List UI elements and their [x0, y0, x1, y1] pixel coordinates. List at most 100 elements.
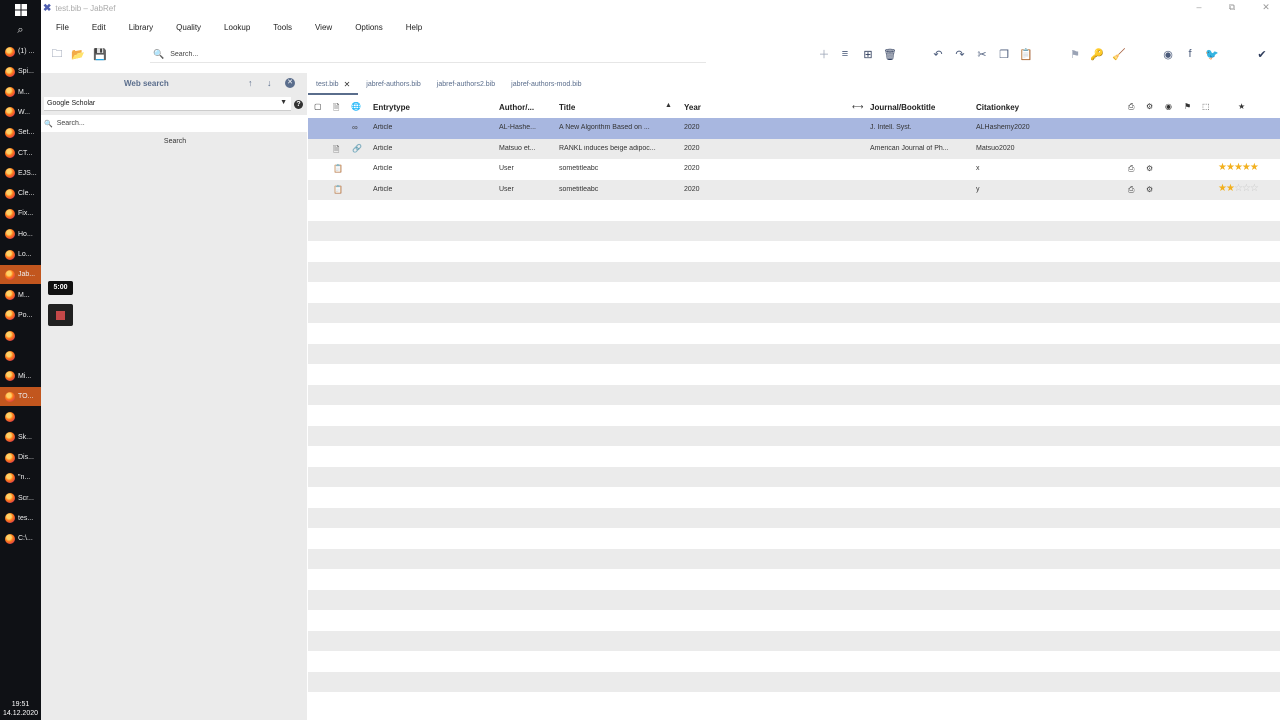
generate-key-icon[interactable]: 🔑 [1089, 46, 1105, 62]
relevance-column-icon[interactable]: ⬚ [1202, 102, 1210, 111]
column-entrytype[interactable]: Entrytype [373, 103, 410, 112]
url-column-icon[interactable]: 🌐 [351, 102, 361, 111]
close-window-icon[interactable]: ✕ [1256, 2, 1276, 13]
move-down-icon[interactable]: ↓ [267, 78, 272, 88]
star-icon[interactable]: ★ [1218, 162, 1227, 173]
check-updates-icon[interactable]: ✔ [1254, 46, 1270, 62]
column-author[interactable]: Author/... [499, 103, 534, 112]
tab-jabref-authors2[interactable]: jabref-authors2.bib [429, 75, 503, 95]
menu-help[interactable]: Help [406, 23, 422, 32]
taskbar-item[interactable]: TO... [0, 387, 41, 407]
star-icon[interactable]: ★ [1226, 162, 1235, 173]
taskbar-item[interactable]: Lo... [0, 245, 41, 264]
search-engine-select[interactable]: Google Scholar ▼ [44, 97, 291, 111]
table-row[interactable]: 🗎 🔗 Article Matsuo et... RANKL induces beige… [308, 138, 1280, 159]
tab-jabref-authors[interactable]: jabref-authors.bib [358, 75, 428, 95]
menu-edit[interactable]: Edit [92, 23, 106, 32]
star-icon[interactable]: ★ [1250, 162, 1259, 173]
taskbar-item[interactable]: EJS... [0, 164, 41, 183]
priority-column-icon[interactable]: ⚙ [1146, 102, 1153, 111]
taskbar-item[interactable]: Mi... [0, 367, 41, 386]
add-entry-icon[interactable]: ＋ [816, 46, 832, 62]
add-entry-from-id-icon[interactable]: ≡ [837, 46, 853, 62]
rating-stars[interactable]: ★★★★★ [1218, 162, 1259, 173]
resize-column-icon[interactable]: ⟷ [852, 102, 863, 111]
menu-options[interactable]: Options [355, 23, 383, 32]
taskbar-item[interactable]: Spi... [0, 62, 41, 81]
minimize-icon[interactable]: – [1189, 2, 1209, 12]
web-search-field[interactable]: 🔍 [41, 115, 307, 132]
push-to-application-icon[interactable]: ⚑ [1067, 46, 1083, 62]
help-icon[interactable]: ? [294, 100, 303, 109]
printed-column-icon[interactable]: ⎙ [1128, 102, 1134, 112]
taskbar-item[interactable]: tes... [0, 509, 41, 528]
column-year[interactable]: Year [684, 103, 701, 112]
taskbar-item[interactable] [0, 326, 41, 345]
new-library-icon[interactable]: 🗀 [49, 46, 65, 62]
star-icon[interactable]: ☆ [1242, 183, 1251, 194]
taskbar-item[interactable]: Po... [0, 306, 41, 325]
rating-stars[interactable]: ★★☆☆☆ [1218, 183, 1259, 194]
star-icon[interactable]: ★ [1218, 183, 1227, 194]
web-search-input[interactable] [56, 120, 297, 127]
taskbar-item[interactable]: "n... [0, 468, 41, 487]
global-search-input[interactable] [170, 51, 671, 58]
cut-icon[interactable]: ✂ [974, 46, 990, 62]
select-column-icon[interactable]: ▢ [314, 102, 322, 111]
file-column-icon[interactable]: 🗎 [333, 102, 339, 116]
taskbar-item[interactable]: Fix... [0, 204, 41, 223]
menu-quality[interactable]: Quality [176, 23, 201, 32]
github-icon[interactable]: ◉ [1160, 46, 1176, 62]
column-citationkey[interactable]: Citationkey [976, 103, 1019, 112]
taskbar-item[interactable] [0, 407, 41, 426]
taskbar-item[interactable]: Jab... [0, 265, 41, 285]
move-up-icon[interactable]: ↑ [248, 78, 253, 88]
table-row[interactable]: ∞ Article AL-Hashe... A New Algorithm Based… [308, 118, 1280, 139]
taskbar-item[interactable]: Ho... [0, 225, 41, 244]
open-library-icon[interactable]: 📂 [70, 46, 86, 62]
redo-icon[interactable]: ↷ [952, 46, 968, 62]
read-status-column-icon[interactable]: ◉ [1165, 102, 1172, 111]
tab-test-bib[interactable]: test.bib ✕ [308, 75, 359, 95]
taskbar-item[interactable]: Cle... [0, 184, 41, 203]
taskbar-item[interactable]: (1) ... [0, 42, 41, 61]
windows-start-button[interactable] [0, 0, 41, 20]
menu-view[interactable]: View [315, 23, 332, 32]
star-icon[interactable]: ☆ [1250, 183, 1259, 194]
taskbar-item[interactable]: CT... [0, 144, 41, 163]
taskbar-item[interactable]: Set... [0, 123, 41, 142]
taskbar-item[interactable] [0, 347, 41, 366]
stop-recording-button[interactable] [48, 304, 73, 326]
menu-file[interactable]: File [56, 23, 69, 32]
menu-lookup[interactable]: Lookup [224, 23, 250, 32]
paste-icon[interactable]: 📋 [1018, 46, 1034, 62]
undo-icon[interactable]: ↶ [930, 46, 946, 62]
global-search-field[interactable]: 🔍 [150, 47, 706, 63]
table-row[interactable]: 📋 Article User sometitleabc 2020 y ⎙ ⚙ ★★☆☆☆ [308, 179, 1280, 200]
taskbar-item[interactable]: C:\... [0, 529, 41, 548]
rating-column-icon[interactable]: ★ [1238, 102, 1245, 111]
taskbar-item[interactable]: Dis... [0, 448, 41, 467]
taskbar-item[interactable]: Scr... [0, 489, 41, 508]
star-icon[interactable]: ★ [1242, 162, 1251, 173]
table-row[interactable]: 📋 Article User sometitleabc 2020 x ⎙ ⚙ ★★★★★ [308, 159, 1280, 180]
taskbar-clock[interactable]: 19:51 14.12.2020 [0, 698, 41, 720]
taskbar-search-icon[interactable]: ⌕ [0, 21, 41, 39]
twitter-icon[interactable]: 🐦 [1204, 46, 1220, 62]
flag-column-icon[interactable]: ⚑ [1184, 102, 1191, 111]
menu-library[interactable]: Library [129, 23, 153, 32]
column-journal[interactable]: Journal/Booktitle [870, 103, 935, 112]
facebook-icon[interactable]: f [1182, 46, 1198, 62]
star-icon[interactable]: ★ [1226, 183, 1235, 194]
close-panel-icon[interactable]: ✕ [285, 78, 295, 88]
column-title[interactable]: Title [559, 103, 575, 112]
save-library-icon[interactable]: 💾 [92, 46, 108, 62]
new-entry-icon[interactable]: ⊞ [860, 46, 876, 62]
taskbar-item[interactable]: M... [0, 286, 41, 305]
star-icon[interactable]: ★ [1234, 162, 1243, 173]
taskbar-item[interactable]: W... [0, 103, 41, 122]
copy-icon[interactable]: ❐ [996, 46, 1012, 62]
close-tab-icon[interactable]: ✕ [344, 80, 351, 89]
cleanup-entries-icon[interactable]: 🧹 [1111, 46, 1127, 62]
star-icon[interactable]: ☆ [1234, 183, 1243, 194]
